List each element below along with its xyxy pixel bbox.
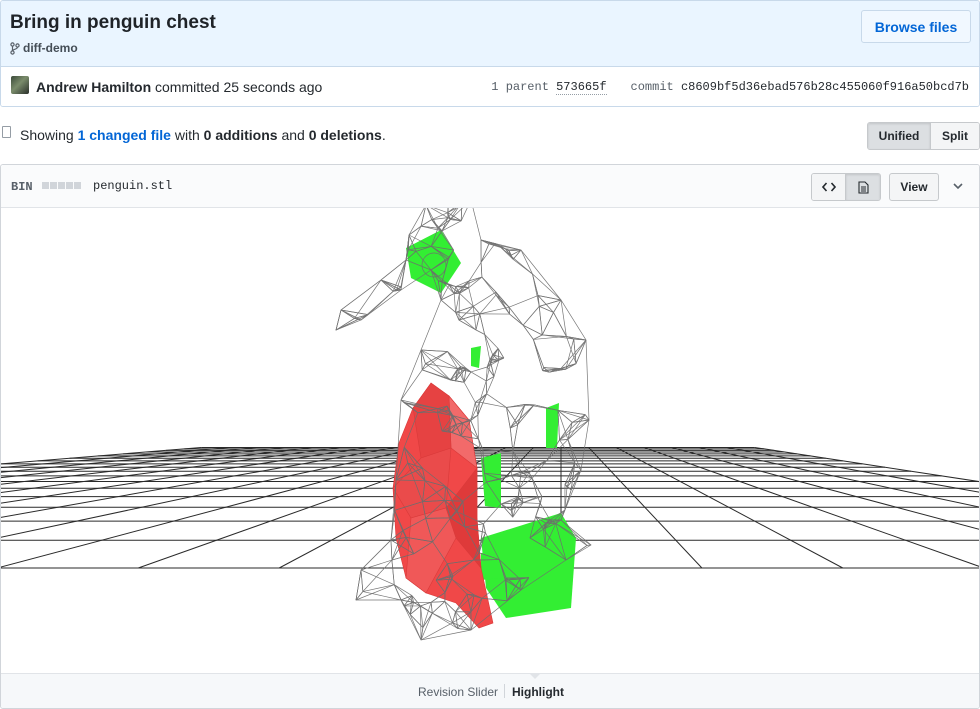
view-file-button[interactable]: View	[889, 173, 939, 201]
highlight-tab[interactable]: Highlight	[512, 685, 564, 699]
commit-label: commit	[630, 80, 674, 94]
file-header: BIN penguin.stl View	[1, 165, 979, 208]
display-toggle	[811, 173, 881, 201]
with-text: with	[174, 127, 200, 143]
mode-indicator	[529, 673, 541, 679]
code-icon[interactable]	[812, 174, 846, 200]
file-text-icon[interactable]	[846, 174, 880, 200]
additions-count: 0 additions	[203, 127, 278, 143]
stl-viewer[interactable]	[1, 208, 979, 673]
showing-text: Showing	[20, 127, 74, 143]
diff-toolbar: Showing 1 changed file with 0 additions …	[0, 107, 980, 163]
and-text: and	[281, 127, 305, 143]
git-branch-icon	[10, 41, 20, 55]
viewer-mode-bar: Revision Slider Highlight	[1, 673, 979, 708]
file-diff-icon	[2, 126, 11, 138]
3d-scene[interactable]	[1, 208, 979, 673]
deletions-count: 0 deletions	[308, 127, 382, 143]
diff-summary: Showing 1 changed file with 0 additions …	[20, 127, 386, 143]
parent-info: 1 parent 573665f	[491, 80, 607, 95]
committed-time: committed 25 seconds ago	[155, 79, 323, 95]
binary-badge: BIN	[11, 180, 33, 194]
commit-title: Bring in penguin chest	[10, 12, 216, 33]
split-button[interactable]: Split	[931, 123, 979, 149]
chevron-down-icon[interactable]	[952, 180, 964, 192]
author-link[interactable]: Andrew Hamilton	[36, 79, 151, 95]
diff-view-toggle: Unified Split	[867, 122, 980, 150]
commit-sha: c8609bf5d36ebad576b28c455060f916a50bcd7b	[680, 80, 969, 94]
changed-files-link[interactable]: 1 changed file	[78, 127, 171, 143]
avatar[interactable]	[11, 76, 29, 94]
unified-button[interactable]: Unified	[868, 123, 931, 149]
parent-sha-link[interactable]: 573665f	[556, 80, 607, 95]
branch-label[interactable]: diff-demo	[10, 41, 78, 55]
commit-info: commit c8609bf5d36ebad576b28c455060f916a…	[631, 80, 969, 94]
period: .	[381, 127, 386, 143]
commit-header: Bring in penguin chest diff-demo Browse …	[0, 0, 980, 107]
branch-name: diff-demo	[23, 41, 78, 55]
browse-files-button[interactable]: Browse files	[861, 10, 971, 43]
sha-area: 1 parent 573665f commit c8609bf5d36ebad5…	[491, 80, 969, 95]
file-diff: BIN penguin.stl View Revision Slider Hig…	[0, 164, 980, 709]
file-name[interactable]: penguin.stl	[93, 179, 172, 193]
diffstat	[42, 182, 81, 189]
parent-label: 1 parent	[491, 80, 549, 94]
commit-meta: Andrew Hamilton committed 25 seconds ago…	[1, 67, 979, 106]
author-line: Andrew Hamilton committed 25 seconds ago	[36, 79, 322, 95]
commit-title-bar: Bring in penguin chest diff-demo Browse …	[1, 1, 979, 67]
revision-slider-tab[interactable]: Revision Slider	[418, 685, 498, 699]
mode-separator	[504, 684, 505, 698]
